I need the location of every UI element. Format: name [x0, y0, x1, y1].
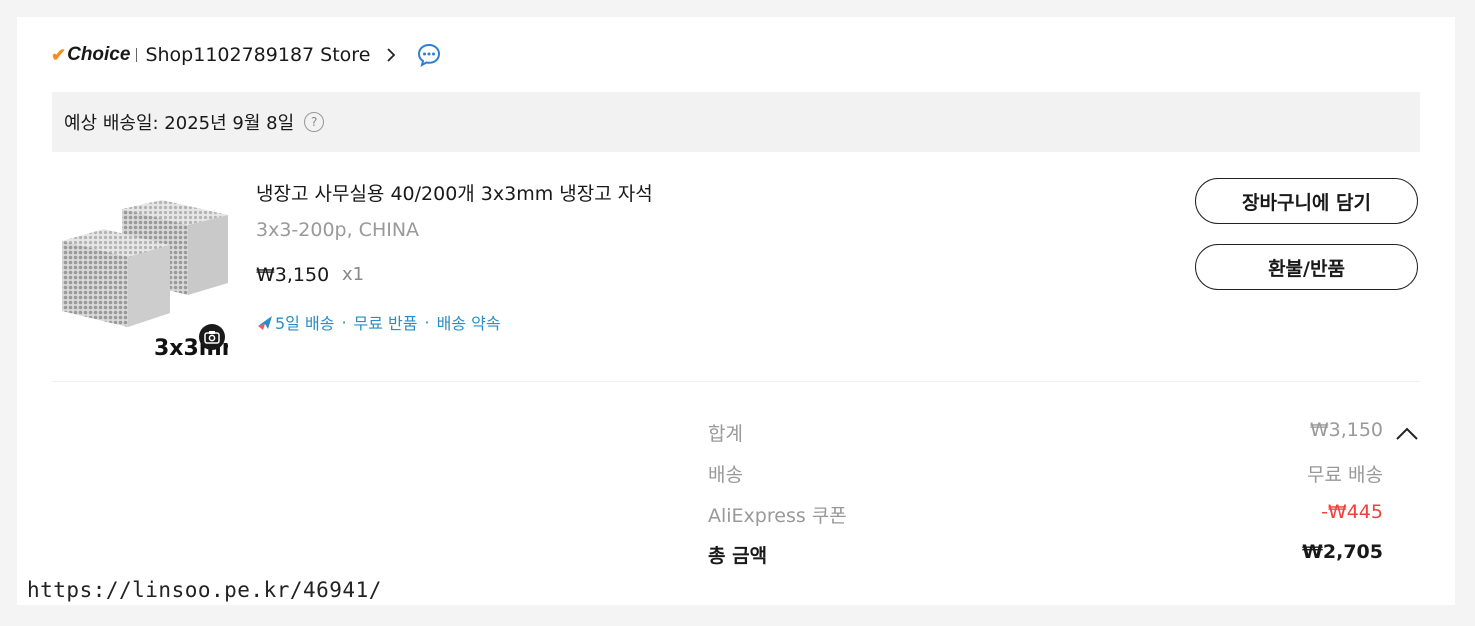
- shipping-value: 무료 배송: [1307, 464, 1383, 486]
- store-name-link[interactable]: Shop1102789187 Store: [145, 44, 370, 66]
- choice-label: Choice: [67, 44, 131, 65]
- subtotal-row: 합계 ₩3,150: [708, 419, 1383, 446]
- delivery-estimate-banner: 예상 배송일: 2025년 9월 8일 ?: [52, 92, 1420, 152]
- coupon-row: AliExpress 쿠폰 -₩445: [708, 501, 1383, 528]
- choice-logo: ✔ Choice: [51, 44, 130, 66]
- badge-separator: ·: [341, 312, 347, 332]
- service-badges: 5일 배송 · 무료 반품 · 배송 약속: [256, 310, 501, 334]
- check-icon: ✔: [51, 44, 67, 65]
- plane-icon: [258, 316, 272, 330]
- chevron-up-icon[interactable]: [1394, 421, 1420, 447]
- product-sku: 3x3-200p, CHINA: [256, 219, 420, 241]
- product-quantity: x1: [342, 264, 365, 285]
- coupon-label: AliExpress 쿠폰: [708, 505, 847, 527]
- coupon-value: -₩445: [1321, 501, 1383, 523]
- refund-return-button[interactable]: 환불/반품: [1195, 244, 1418, 290]
- badge-separator: ·: [424, 312, 430, 332]
- total-label: 총 금액: [708, 545, 768, 567]
- delivery-estimate-text: 예상 배송일: 2025년 9월 8일: [64, 113, 295, 134]
- camera-icon[interactable]: [199, 324, 225, 350]
- product-title[interactable]: 냉장고 사무실용 40/200개 3x3mm 냉장고 자석: [256, 179, 653, 206]
- subtotal-value: ₩3,150: [1309, 419, 1383, 441]
- store-header: ✔ Choice Shop1102789187 Store: [51, 43, 442, 67]
- badge-free-return: 무료 반품: [353, 314, 418, 333]
- help-icon[interactable]: ?: [304, 112, 325, 132]
- shipping-row: 배송 무료 배송: [708, 460, 1383, 487]
- add-to-cart-button[interactable]: 장바구니에 담기: [1195, 178, 1418, 224]
- subtotal-label: 합계: [708, 423, 743, 445]
- total-value: ₩2,705: [1301, 541, 1383, 563]
- total-row: 총 금액 ₩2,705: [708, 541, 1383, 568]
- chat-icon[interactable]: [416, 42, 442, 68]
- watermark-url: https://linsoo.pe.kr/46941/: [27, 578, 382, 602]
- order-card: ✔ Choice Shop1102789187 Store 예상 배송일: 20…: [17, 17, 1455, 605]
- choice-divider: [136, 48, 138, 62]
- section-divider: [52, 381, 1420, 382]
- product-price: ₩3,150: [256, 264, 330, 286]
- shipping-label: 배송: [708, 464, 743, 486]
- chevron-right-icon[interactable]: [380, 44, 402, 66]
- badge-delivery-promise: 배송 약속: [436, 314, 501, 333]
- badge-delivery-days: 5일 배송: [275, 314, 335, 333]
